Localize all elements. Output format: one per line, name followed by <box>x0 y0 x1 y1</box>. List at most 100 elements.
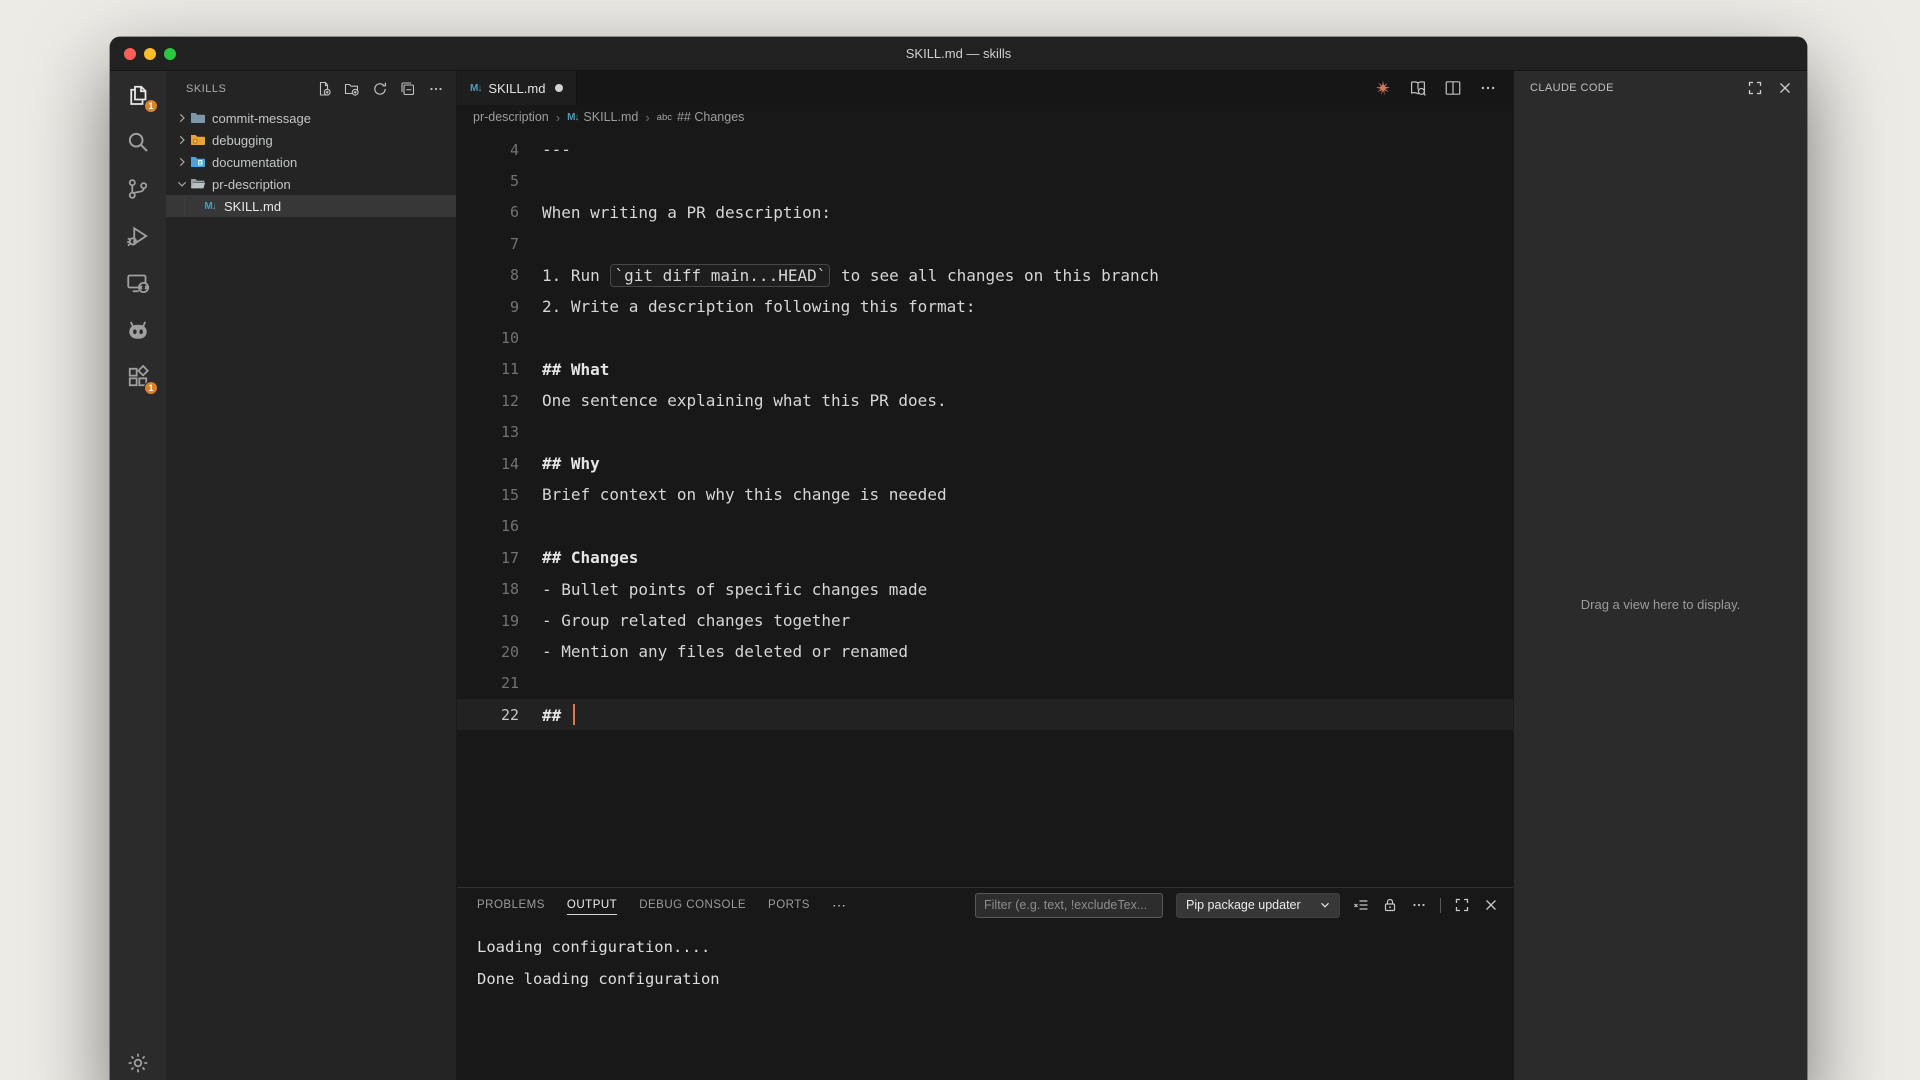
tree-item-pr-description[interactable]: pr-description <box>166 173 456 195</box>
code-line-14[interactable]: 14## Why <box>457 448 1513 479</box>
clear-output-icon[interactable] <box>1353 897 1369 913</box>
explorer-activity-button[interactable]: 1 <box>110 71 166 118</box>
code-line-20[interactable]: 20- Mention any files deleted or renamed <box>457 636 1513 667</box>
code-line-21[interactable]: 21 <box>457 668 1513 699</box>
tree-item-label: SKILL.md <box>224 199 281 214</box>
tree-item-label: commit-message <box>212 111 311 126</box>
breadcrumb-item[interactable]: pr-description <box>473 110 549 124</box>
claude-code-run-icon[interactable] <box>1374 79 1392 97</box>
line-content: 1. Run `git diff main...HEAD` to see all… <box>542 266 1159 285</box>
code-line-6[interactable]: 6When writing a PR description: <box>457 197 1513 228</box>
panel-more-icon[interactable] <box>1411 897 1427 913</box>
code-line-8[interactable]: 8 1. Run `git diff main...HEAD` to see al… <box>457 260 1513 291</box>
desktop: SKILL.md — skills 1 <box>0 0 1920 1080</box>
panel-tab-output[interactable]: OUTPUT <box>567 888 617 922</box>
code-text: - Group related changes together <box>542 611 850 630</box>
code-text: ## Why <box>542 454 600 473</box>
breadcrumb-item[interactable]: abc## Changes <box>657 110 745 124</box>
code-line-17[interactable]: 17## Changes <box>457 542 1513 573</box>
tree-item-commit-message[interactable]: commit-message <box>166 107 456 129</box>
code-line-9[interactable]: 92. Write a description following this f… <box>457 291 1513 322</box>
code-text: 1. Run <box>542 266 609 285</box>
output-filter-input[interactable] <box>975 893 1163 918</box>
activity-bar: 1 1 <box>110 71 166 1080</box>
code-line-4[interactable]: 4--- <box>457 134 1513 165</box>
panel-tab-debug-console[interactable]: DEBUG CONSOLE <box>639 888 746 922</box>
code-line-5[interactable]: 5 <box>457 165 1513 196</box>
open-preview-icon[interactable] <box>1409 79 1427 97</box>
indent-guide <box>184 195 185 217</box>
editor-more-icon[interactable] <box>1479 79 1497 97</box>
code-line-18[interactable]: 18- Bullet points of specific changes ma… <box>457 573 1513 604</box>
code-line-13[interactable]: 13 <box>457 417 1513 448</box>
search-activity-button[interactable] <box>110 118 166 165</box>
editor-content[interactable]: 4--- 5 6When writing a PR description:7 8 1.… <box>457 129 1513 887</box>
tab-bar: M↓ SKILL.md <box>457 71 1513 105</box>
source-control-icon <box>126 177 150 201</box>
line-number: 9 <box>457 298 519 316</box>
line-number: 19 <box>457 612 519 630</box>
close-panel-icon[interactable] <box>1483 897 1499 913</box>
code-line-16[interactable]: 16 <box>457 511 1513 542</box>
refresh-icon[interactable] <box>372 81 388 97</box>
code-line-11[interactable]: 11## What <box>457 354 1513 385</box>
close-view-icon[interactable] <box>1777 80 1793 96</box>
robot-activity-button[interactable] <box>110 306 166 353</box>
line-number: 17 <box>457 549 519 567</box>
maximize-panel-icon[interactable] <box>1454 897 1470 913</box>
panel-tab-problems[interactable]: PROBLEMS <box>477 888 545 922</box>
code-line-19[interactable]: 19 - Group related changes together <box>457 605 1513 636</box>
code-line-10[interactable]: 10 <box>457 322 1513 353</box>
claude-panel-header: CLAUDE CODE <box>1514 71 1807 105</box>
chevron-right-icon[interactable] <box>174 155 190 169</box>
code-line-15[interactable]: 15Brief context on why this change is ne… <box>457 479 1513 510</box>
code-text: Brief context on why this change is need… <box>542 485 947 504</box>
split-editor-icon[interactable] <box>1444 79 1462 97</box>
code-text: One sentence explaining what this PR doe… <box>542 391 947 410</box>
settings-button[interactable] <box>110 1039 166 1080</box>
code-line-12[interactable]: 12 One sentence explaining what this PR d… <box>457 385 1513 416</box>
tree-item-skill-md[interactable]: M↓SKILL.md <box>166 195 456 217</box>
code-line-22[interactable]: 22## <box>457 699 1513 730</box>
chevron-right-icon[interactable] <box>174 111 190 125</box>
chevron-right-icon[interactable] <box>174 133 190 147</box>
line-number: 13 <box>457 423 519 441</box>
code-text: When writing a PR description: <box>542 203 831 222</box>
modified-dot-icon[interactable] <box>555 84 563 92</box>
chevron-down-icon[interactable] <box>174 177 190 191</box>
claude-panel-body[interactable]: Drag a view here to display. <box>1514 105 1807 1080</box>
line-number: 18 <box>457 580 519 598</box>
maximize-view-icon[interactable] <box>1747 80 1763 96</box>
folder-icon <box>190 110 206 126</box>
line-number: 10 <box>457 329 519 347</box>
source-control-activity-button[interactable] <box>110 165 166 212</box>
markdown-file-icon: M↓ <box>470 83 481 94</box>
tree-item-debugging[interactable]: debugging <box>166 129 456 151</box>
lock-icon[interactable] <box>1382 897 1398 913</box>
new-file-icon[interactable] <box>316 81 332 97</box>
tab-skill-md[interactable]: M↓ SKILL.md <box>457 71 577 105</box>
extensions-activity-button[interactable]: 1 <box>110 353 166 400</box>
new-folder-icon[interactable] <box>344 81 360 97</box>
gear-icon <box>126 1051 150 1075</box>
more-actions-icon[interactable] <box>428 81 444 97</box>
panel-tab-ports[interactable]: PORTS <box>768 888 810 922</box>
line-number: 5 <box>457 172 519 190</box>
code-line-7[interactable]: 7 <box>457 228 1513 259</box>
code-text: ## <box>542 706 571 725</box>
breadcrumb-item[interactable]: M↓SKILL.md <box>567 110 638 124</box>
breadcrumb-label: ## Changes <box>677 110 744 124</box>
output-channel-select[interactable]: Pip package updater <box>1176 893 1340 918</box>
output-log[interactable]: Loading configuration....Done loading co… <box>457 922 1513 1080</box>
line-number: 8 <box>457 266 519 284</box>
panel-tabs-more-icon[interactable]: ⋯ <box>832 897 847 914</box>
panel-header: PROBLEMS OUTPUT DEBUG CONSOLE PORTS ⋯ Pip p… <box>457 888 1513 922</box>
line-number: 12 <box>457 392 519 410</box>
run-debug-activity-button[interactable] <box>110 212 166 259</box>
titlebar[interactable]: SKILL.md — skills <box>110 37 1807 71</box>
remote-explorer-activity-button[interactable] <box>110 259 166 306</box>
editor-actions <box>1374 71 1513 105</box>
tree-item-documentation[interactable]: documentation <box>166 151 456 173</box>
collapse-folders-icon[interactable] <box>400 81 416 97</box>
window-title: SKILL.md — skills <box>110 46 1807 61</box>
